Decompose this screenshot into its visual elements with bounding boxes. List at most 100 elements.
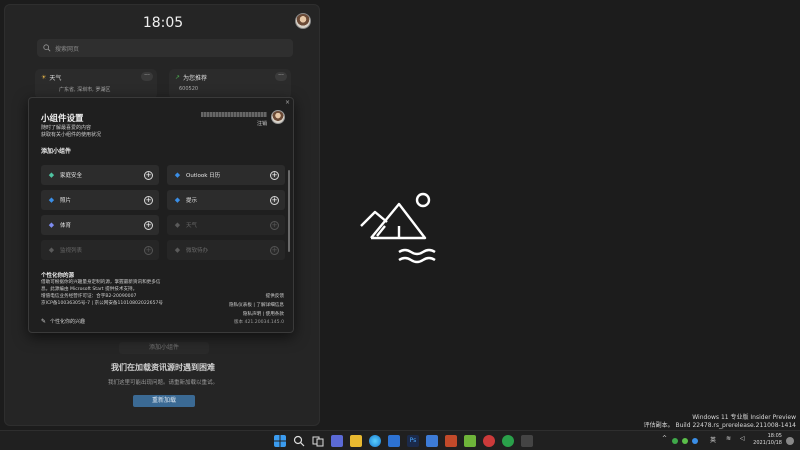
recommend-widget-title: 为您推荐 xyxy=(183,75,208,82)
store-icon[interactable] xyxy=(388,435,400,447)
tray-app-icon[interactable] xyxy=(682,438,688,444)
icp-text: 京ICP备10036305号-7 | 京公网安备11010802022657号 xyxy=(41,301,164,306)
edge-icon[interactable] xyxy=(369,435,381,447)
feedback-link[interactable]: 提供反馈 xyxy=(266,293,284,299)
build-watermark: 评估副本。 Build 22478.rs_prerelease.211008-1… xyxy=(643,422,796,429)
notification-icon[interactable] xyxy=(786,437,794,445)
widget-tile[interactable]: ◆ Outlook 日历 + xyxy=(167,165,285,185)
weather-icon: ☀ xyxy=(41,74,47,81)
weather-location: 广东省, 深圳市, 罗湖区 xyxy=(59,87,111,93)
more-options-button[interactable]: ··· xyxy=(275,72,287,81)
tips-icon: ◆ xyxy=(174,196,181,204)
dialog-subtitle: 获取有关小组件的使用状况 xyxy=(41,132,102,138)
file-explorer-icon[interactable] xyxy=(350,435,362,447)
scrollbar[interactable] xyxy=(288,170,290,252)
watchlist-icon: ◆ xyxy=(48,246,55,254)
privacy-dashboard-link[interactable]: 隐私仪表板 | 了解详细信息 xyxy=(229,302,284,308)
personalize-interests-link[interactable]: ✎ 个性化你的兴趣 xyxy=(41,318,85,325)
more-options-button[interactable]: ··· xyxy=(141,72,153,81)
dialog-title: 小组件设置 xyxy=(41,114,84,124)
taskbar-date: 2021/10/18 xyxy=(753,440,782,446)
taskbar-time: 18:05 xyxy=(767,433,782,439)
task-view-icon[interactable] xyxy=(312,435,324,447)
search-placeholder: 搜索网页 xyxy=(55,45,80,53)
add-icon[interactable]: + xyxy=(144,245,153,255)
widgets-icon[interactable] xyxy=(331,435,343,447)
weather-icon: ◆ xyxy=(174,221,181,229)
add-icon[interactable]: + xyxy=(144,170,153,180)
widget-tile-label: 照片 xyxy=(60,198,72,204)
start-button-icon[interactable] xyxy=(274,435,286,447)
wifi-icon[interactable]: ≋ xyxy=(726,435,731,442)
app-icon[interactable] xyxy=(483,435,495,447)
search-icon[interactable] xyxy=(293,435,305,447)
avatar xyxy=(271,110,285,124)
search-icon xyxy=(43,44,51,52)
recommend-snippet: 600520 xyxy=(179,86,199,92)
add-icon[interactable]: + xyxy=(270,170,279,180)
reload-button[interactable]: 重新加载 xyxy=(133,395,195,407)
widget-tile[interactable]: ◆ 监视列表 + xyxy=(41,240,159,260)
app-icon[interactable] xyxy=(521,435,533,447)
widget-tile[interactable]: ◆ 体育 + xyxy=(41,215,159,235)
chevron-up-icon[interactable]: ^ xyxy=(662,435,667,442)
photos-icon: ◆ xyxy=(48,196,55,204)
logout-link[interactable]: 注销 xyxy=(257,120,267,127)
add-icon[interactable]: + xyxy=(270,245,279,255)
app-logo-icon xyxy=(360,192,436,264)
widget-tile[interactable]: ◆ 天气 + xyxy=(167,215,285,235)
personalize-link-label: 个性化你的兴趣 xyxy=(50,319,86,325)
weather-widget[interactable]: ☀ 天气 ··· 广东省, 深圳市, 罗湖区 xyxy=(35,69,157,99)
search-input[interactable]: 搜索网页 xyxy=(37,39,293,57)
clock[interactable]: 18:05 2021/10/18 xyxy=(753,433,782,447)
personalize-text: 息。此源编由 Microsoft Start 提供技术支持。 xyxy=(41,287,138,292)
version-text: 版本 421.20034.145.0 xyxy=(233,320,284,325)
widget-tile-label: Outlook 日历 xyxy=(186,173,221,179)
tray-app-icon[interactable] xyxy=(692,438,698,444)
privacy-terms-link[interactable]: 隐私声明 | 使用条款 xyxy=(243,311,284,317)
widget-tile-label: 天气 xyxy=(186,223,198,229)
widget-tile[interactable]: ◆ 提示 + xyxy=(167,190,285,210)
account-email xyxy=(201,112,267,117)
widget-tile-label: 监视列表 xyxy=(60,248,83,254)
pencil-icon: ✎ xyxy=(41,318,47,325)
chart-icon: ↗ xyxy=(175,74,181,81)
todo-icon: ◆ xyxy=(174,246,181,254)
error-title: 我们在加载资讯源时遇到困难 xyxy=(111,363,215,372)
widget-tile[interactable]: ◆ 家庭安全 + xyxy=(41,165,159,185)
recommend-widget[interactable]: ↗ 为您推荐 ··· 600520 xyxy=(169,69,291,99)
panel-clock: 18:05 xyxy=(142,15,184,31)
widget-tile[interactable]: ◆ 照片 + xyxy=(41,190,159,210)
app-icon[interactable] xyxy=(426,435,438,447)
widget-tile-label: 家庭安全 xyxy=(60,173,83,179)
close-button[interactable]: × xyxy=(285,99,290,106)
add-icon[interactable]: + xyxy=(144,195,153,205)
add-icon[interactable]: + xyxy=(270,195,279,205)
error-body: 我们这里可能出现问题。请重新加载以重试。 xyxy=(107,380,218,386)
widget-settings-dialog: × 小组件设置 随时了解最喜爱的内容 获取有关小组件的使用状况 注销 添加小组件… xyxy=(28,97,294,333)
dialog-subtitle: 随时了解最喜爱的内容 xyxy=(41,125,92,131)
taskbar: Ps ^ 英 ≋ ◁ 18:05 2021/10/18 xyxy=(0,430,800,450)
photoshop-icon[interactable]: Ps xyxy=(407,435,419,447)
add-widget-button[interactable]: 添加小组件 xyxy=(119,342,209,354)
add-icon[interactable]: + xyxy=(270,220,279,230)
input-language[interactable]: 英 xyxy=(710,435,716,444)
avatar[interactable] xyxy=(295,13,311,29)
sports-icon: ◆ xyxy=(48,221,55,229)
tray-app-icon[interactable] xyxy=(672,438,678,444)
wechat-icon[interactable] xyxy=(502,435,514,447)
app-icon[interactable] xyxy=(464,435,476,447)
volume-icon[interactable]: ◁ xyxy=(740,435,745,442)
add-widget-heading: 添加小组件 xyxy=(41,148,72,155)
license-text: 增值电信业务经营许可证：合字B2-20090007 xyxy=(41,294,137,299)
widget-tile-label: 微软待办 xyxy=(186,248,209,254)
desktop: 18:05 搜索网页 ☀ 天气 ··· 广东省, 深圳市, 罗湖区 ↗ 为您推荐 ·… xyxy=(0,0,800,430)
widget-tile-label: 提示 xyxy=(186,198,198,204)
add-icon[interactable]: + xyxy=(144,220,153,230)
family-safety-icon: ◆ xyxy=(48,171,55,179)
outlook-calendar-icon: ◆ xyxy=(174,171,181,179)
widget-tile-label: 体育 xyxy=(60,223,72,229)
widget-tile[interactable]: ◆ 微软待办 + xyxy=(167,240,285,260)
app-icon[interactable] xyxy=(445,435,457,447)
personalize-text: 借助可根据你的兴趣量身定制的源，掌握最新资讯和更多信 xyxy=(41,280,161,285)
